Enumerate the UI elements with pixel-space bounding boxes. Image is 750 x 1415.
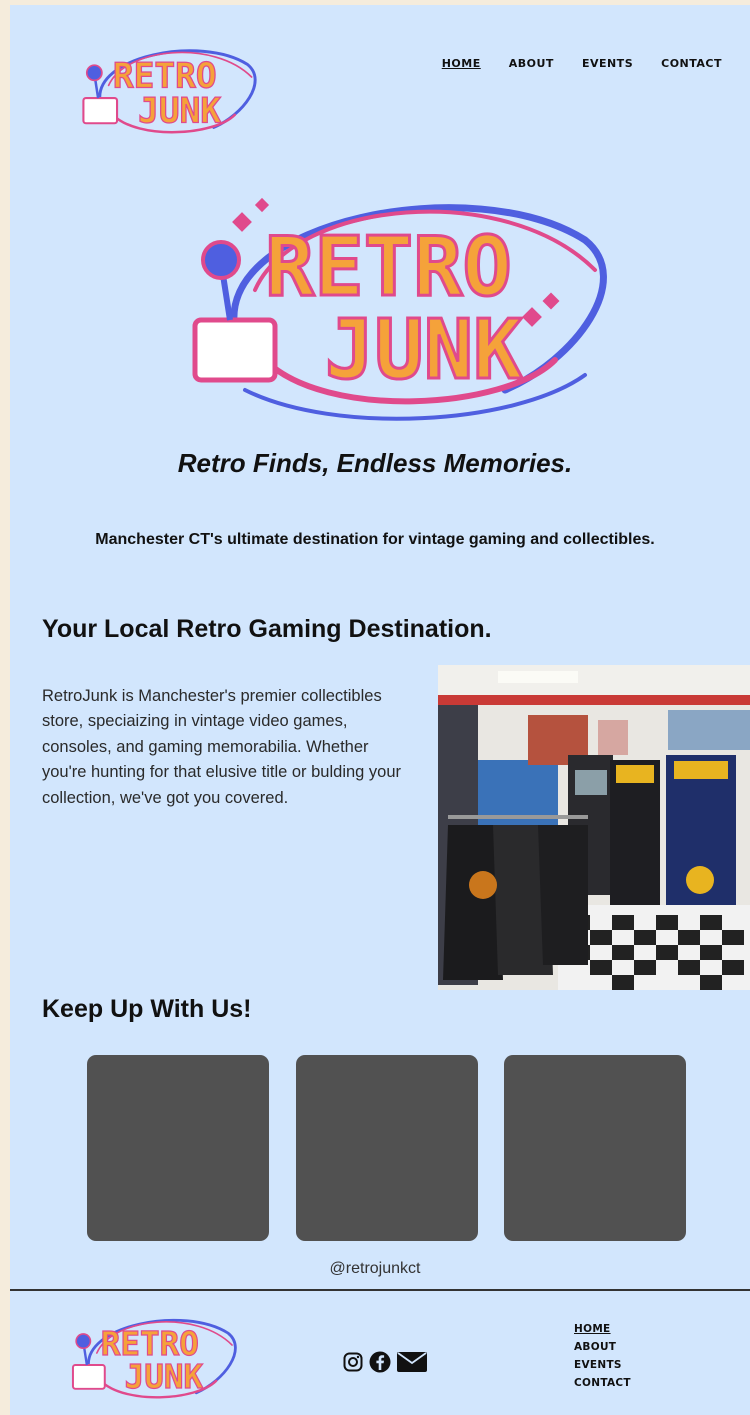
footer-nav-about[interactable]: ABOUT <box>574 1341 631 1353</box>
facebook-icon[interactable] <box>369 1351 391 1373</box>
social-feed-title: Keep Up With Us! <box>42 995 252 1023</box>
footer-logo[interactable]: RETRO JUNK <box>65 1300 240 1410</box>
hero-subtagline: Manchester CT's ultimate destination for… <box>95 531 655 548</box>
instagram-icon[interactable] <box>343 1352 363 1372</box>
nav-home[interactable]: HOME <box>442 57 481 70</box>
svg-text:JUNK: JUNK <box>138 91 221 131</box>
svg-text:JUNK: JUNK <box>125 1358 204 1396</box>
footer-nav-contact[interactable]: CONTACT <box>574 1377 631 1389</box>
header-logo[interactable]: RETRO JUNK <box>75 30 260 145</box>
about-body: RetroJunk is Manchester's premier collec… <box>42 686 402 807</box>
main-nav: HOME ABOUT EVENTS CONTACT <box>442 57 722 70</box>
svg-text:RETRO: RETRO <box>101 1325 199 1363</box>
about-title: Your Local Retro Gaming Destination. <box>42 615 492 643</box>
social-links <box>343 1351 427 1373</box>
page: RETRO JUNK HOME ABOUT EVENTS CONTACT RET… <box>10 5 750 1415</box>
mail-icon[interactable] <box>397 1351 427 1373</box>
social-post-tile[interactable] <box>296 1055 478 1241</box>
social-post-tile[interactable] <box>504 1055 686 1241</box>
social-post-tile[interactable] <box>87 1055 269 1241</box>
footer-nav-events[interactable]: EVENTS <box>574 1359 631 1371</box>
nav-events[interactable]: EVENTS <box>582 57 633 70</box>
store-photo <box>438 665 750 990</box>
hero-logo: RETRO JUNK <box>192 197 607 421</box>
nav-contact[interactable]: CONTACT <box>661 57 722 70</box>
footer-divider <box>10 1289 750 1291</box>
nav-about[interactable]: ABOUT <box>509 57 554 70</box>
svg-text:JUNK: JUNK <box>325 303 523 398</box>
footer-nav-home[interactable]: HOME <box>574 1323 631 1335</box>
svg-text:RETRO: RETRO <box>113 57 217 97</box>
social-handle-link[interactable]: @retrojunkct <box>0 1260 750 1278</box>
footer-nav: HOME ABOUT EVENTS CONTACT <box>574 1323 631 1389</box>
svg-text:RETRO: RETRO <box>265 220 512 315</box>
hero-tagline: Retro Finds, Endless Memories. <box>177 448 573 478</box>
